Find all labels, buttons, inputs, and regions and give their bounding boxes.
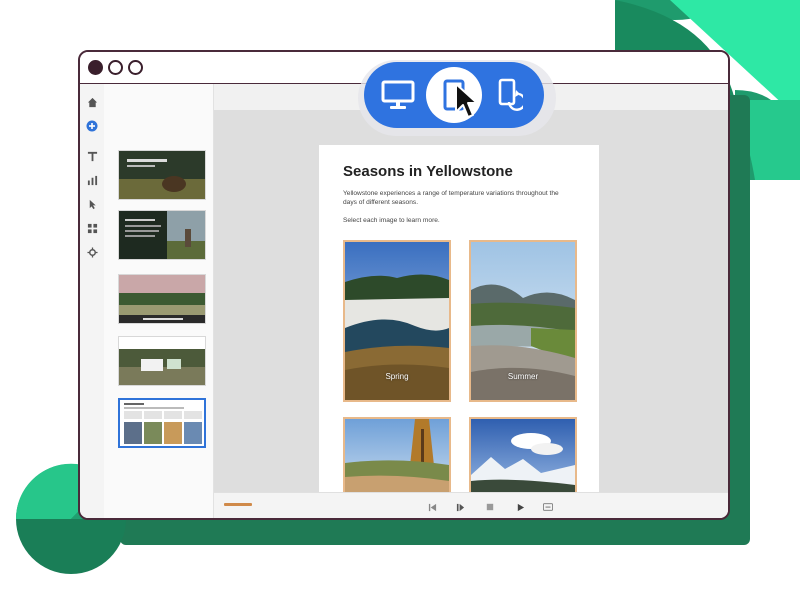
season-card-summer[interactable]: Summer <box>469 240 577 402</box>
text-tool-icon[interactable] <box>84 148 100 164</box>
window-close-button[interactable] <box>88 60 103 75</box>
caption-icon[interactable] <box>540 499 556 515</box>
autumn-landscape-image <box>345 419 449 492</box>
slide-title: Seasons in Yellowstone <box>343 163 513 180</box>
timeline-label <box>224 502 252 510</box>
desktop-icon <box>381 80 415 109</box>
tool-sidebar <box>80 84 104 518</box>
slide-thumbnail-panel <box>104 84 214 518</box>
slide-canvas-area: Seasons in Yellowstone Yellowstone exper… <box>214 110 728 492</box>
mouse-cursor-icon <box>455 83 478 118</box>
settings-tool-icon[interactable] <box>84 244 100 260</box>
interaction-tool-icon[interactable] <box>84 196 100 212</box>
step-forward-icon[interactable] <box>452 499 468 515</box>
widgets-tool-icon[interactable] <box>84 220 100 236</box>
slide-thumbnail-5[interactable] <box>118 398 206 448</box>
media-tool-icon[interactable] <box>84 172 100 188</box>
slide-prompt: Select each image to learn more. <box>343 217 440 224</box>
slide-thumbnail-2[interactable] <box>118 210 206 260</box>
mobile-rotate-icon <box>498 78 523 111</box>
rewind-icon[interactable] <box>424 499 440 515</box>
season-card-4[interactable] <box>469 417 577 492</box>
slide-preview: Seasons in Yellowstone Yellowstone exper… <box>319 145 599 492</box>
window-minimize-button[interactable] <box>108 60 123 75</box>
card-label-spring: Spring <box>385 372 409 381</box>
mobile-rotate-view-button[interactable] <box>482 67 538 123</box>
playback-bar <box>214 492 728 518</box>
desktop-view-button[interactable] <box>370 67 426 123</box>
season-card-spring[interactable]: Spring <box>343 240 451 402</box>
add-slide-icon[interactable] <box>84 118 100 134</box>
slide-description: Yellowstone experiences a range of tempe… <box>343 190 559 206</box>
slide-thumbnail-1[interactable] <box>118 150 206 200</box>
winter-landscape-image <box>471 419 575 492</box>
card-label-summer: Summer <box>507 372 539 381</box>
play-icon[interactable] <box>512 499 528 515</box>
window-maximize-button[interactable] <box>128 60 143 75</box>
season-card-3[interactable] <box>343 417 451 492</box>
slide-thumbnail-4[interactable] <box>118 336 206 386</box>
stop-icon[interactable] <box>482 499 498 515</box>
slide-thumbnail-3[interactable] <box>118 274 206 324</box>
home-icon[interactable] <box>84 94 100 110</box>
